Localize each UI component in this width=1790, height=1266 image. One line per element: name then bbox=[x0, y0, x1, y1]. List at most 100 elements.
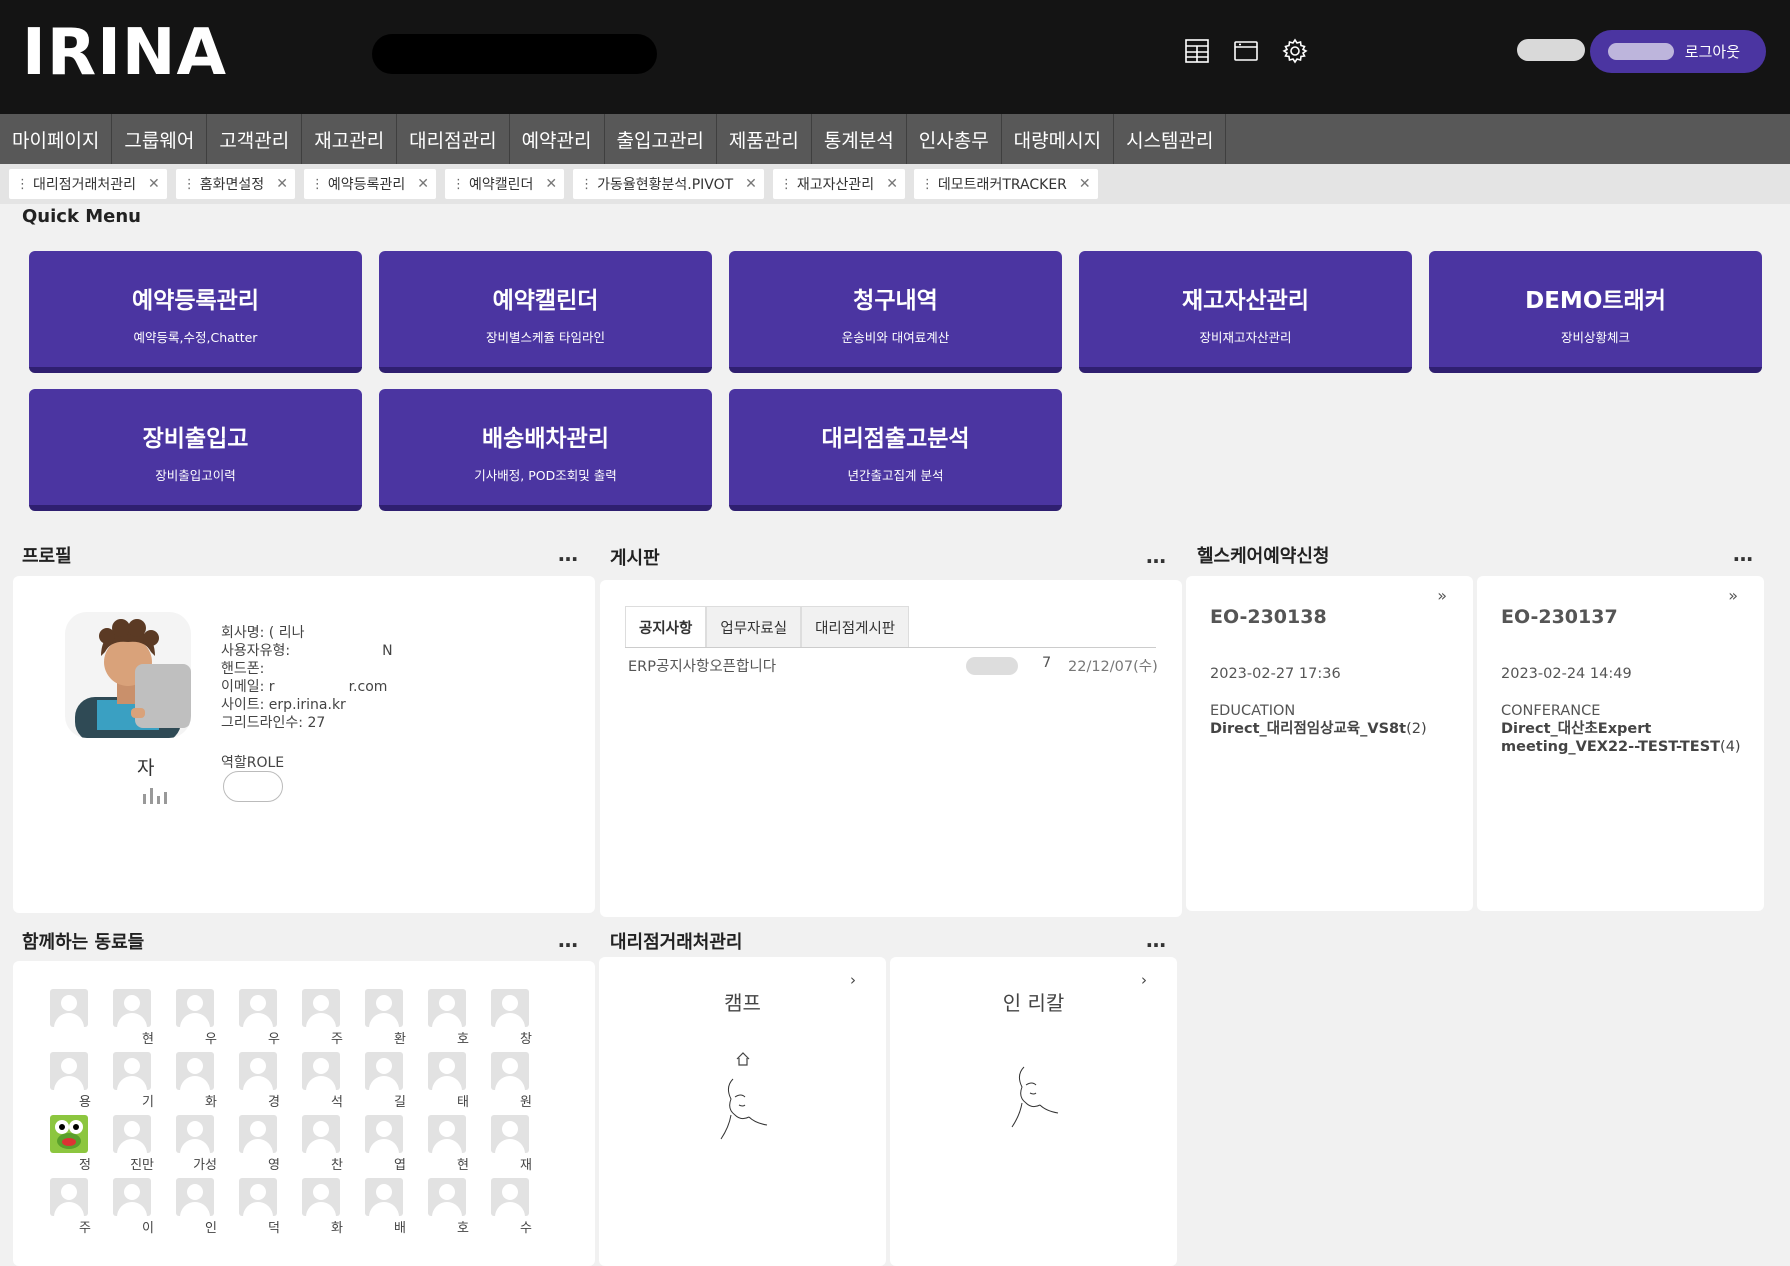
drag-handle-icon[interactable]: ⋮ bbox=[183, 177, 196, 192]
quick-button-asset[interactable]: 재고자산관리 장비재고자산관리 bbox=[1079, 251, 1412, 373]
stats-icon[interactable] bbox=[141, 786, 171, 804]
tab-agency-board[interactable]: 대리점게시판 bbox=[801, 606, 910, 648]
board-more-icon[interactable]: … bbox=[1146, 544, 1167, 568]
avatar[interactable] bbox=[239, 989, 277, 1027]
open-tab[interactable]: ⋮ 홈화면설정 ✕ bbox=[175, 169, 295, 199]
colleagues-title: 함께하는 동료들 bbox=[22, 932, 145, 953]
close-icon[interactable]: ✕ bbox=[745, 176, 757, 192]
colleague-name: 화 bbox=[205, 1095, 217, 1110]
open-tab[interactable]: ⋮ 대리점거래처관리 ✕ bbox=[9, 169, 167, 199]
nav-item-system[interactable]: 시스템관리 bbox=[1114, 114, 1227, 164]
colleagues-more-icon[interactable]: … bbox=[558, 928, 579, 952]
avatar[interactable] bbox=[302, 1052, 340, 1090]
avatar[interactable] bbox=[113, 1178, 151, 1216]
avatar[interactable] bbox=[365, 1052, 403, 1090]
avatar[interactable] bbox=[176, 1178, 214, 1216]
nav-item-groupware[interactable]: 그룹웨어 bbox=[112, 114, 208, 164]
avatar[interactable] bbox=[50, 1178, 88, 1216]
avatar[interactable] bbox=[239, 1178, 277, 1216]
avatar[interactable] bbox=[428, 1052, 466, 1090]
order-datetime: 2023-02-24 14:49 bbox=[1501, 666, 1632, 682]
nav-item-hr[interactable]: 인사총무 bbox=[907, 114, 1002, 164]
avatar[interactable] bbox=[50, 1115, 88, 1153]
quick-button-agency-analysis[interactable]: 대리점출고분석 년간출고집계 분석 bbox=[729, 389, 1062, 511]
agency-card[interactable]: › 인 리칼 bbox=[890, 957, 1177, 1266]
avatar[interactable] bbox=[302, 989, 340, 1027]
tab-work-files[interactable]: 업무자료실 bbox=[706, 606, 802, 648]
avatar[interactable] bbox=[239, 1115, 277, 1153]
nav-item-customer[interactable]: 고객관리 bbox=[207, 114, 303, 164]
list-item[interactable]: ERP공지사항오픈합니다 7 22/12/07(수) bbox=[628, 655, 1158, 677]
close-icon[interactable]: ✕ bbox=[886, 176, 898, 192]
quick-button-equipment-inout[interactable]: 장비출입고 장비출입고이력 bbox=[29, 389, 362, 511]
healthcare-card[interactable]: » EO-230137 2023-02-24 14:49 CONFERANCE … bbox=[1477, 576, 1764, 911]
avatar[interactable] bbox=[428, 1178, 466, 1216]
agency-card[interactable]: › 캠프 bbox=[599, 957, 886, 1266]
avatar[interactable] bbox=[176, 989, 214, 1027]
avatar[interactable] bbox=[113, 989, 151, 1027]
healthcare-card[interactable]: » EO-230138 2023-02-27 17:36 EDUCATION D… bbox=[1186, 576, 1473, 911]
open-tab[interactable]: ⋮ 예약등록관리 ✕ bbox=[303, 169, 436, 199]
close-icon[interactable]: ✕ bbox=[417, 176, 429, 192]
logout-button[interactable]: 로그아웃 bbox=[1590, 30, 1766, 73]
healthcare-more-icon[interactable]: … bbox=[1733, 542, 1754, 566]
nav-item-stats[interactable]: 통계분석 bbox=[812, 114, 907, 164]
avatar[interactable] bbox=[491, 1052, 529, 1090]
close-icon[interactable]: ✕ bbox=[148, 176, 160, 192]
avatar[interactable] bbox=[176, 1115, 214, 1153]
quick-button-billing[interactable]: 청구내역 운송비와 대여료계산 bbox=[729, 251, 1062, 373]
avatar[interactable] bbox=[302, 1115, 340, 1153]
drag-handle-icon[interactable]: ⋮ bbox=[921, 177, 934, 192]
quick-button-reservation[interactable]: 예약등록관리 예약등록,수정,Chatter bbox=[29, 251, 362, 373]
nav-item-bulk-message[interactable]: 대량메시지 bbox=[1002, 114, 1115, 164]
double-chevron-right-icon[interactable]: » bbox=[1437, 586, 1447, 605]
agency-more-icon[interactable]: … bbox=[1146, 928, 1167, 952]
drag-handle-icon[interactable]: ⋮ bbox=[580, 177, 593, 192]
nav-item-inventory[interactable]: 재고관리 bbox=[302, 114, 398, 164]
drag-handle-icon[interactable]: ⋮ bbox=[780, 177, 793, 192]
dashboard-icon[interactable] bbox=[1184, 38, 1210, 64]
nav-item-agency[interactable]: 대리점관리 bbox=[397, 114, 510, 164]
drag-handle-icon[interactable]: ⋮ bbox=[16, 177, 29, 192]
avatar[interactable] bbox=[365, 1178, 403, 1216]
open-tab[interactable]: ⋮ 예약캘린더 ✕ bbox=[444, 169, 565, 199]
avatar[interactable] bbox=[176, 1052, 214, 1090]
double-chevron-right-icon[interactable]: » bbox=[1728, 586, 1738, 605]
avatar[interactable] bbox=[113, 1052, 151, 1090]
quick-button-demo-tracker[interactable]: DEMO트래커 장비상황체크 bbox=[1429, 251, 1762, 373]
close-icon[interactable]: ✕ bbox=[1079, 176, 1091, 192]
app-logo[interactable]: IRINA bbox=[22, 18, 227, 88]
gear-icon[interactable] bbox=[1282, 38, 1308, 64]
avatar[interactable] bbox=[50, 1052, 88, 1090]
open-tab[interactable]: ⋮ 가동율현황분석.PIVOT ✕ bbox=[573, 169, 764, 199]
home-icon[interactable] bbox=[735, 1051, 751, 1067]
quick-button-delivery[interactable]: 배송배차관리 기사배정, POD조회및 출력 bbox=[379, 389, 712, 511]
avatar[interactable] bbox=[113, 1115, 151, 1153]
tab-notice[interactable]: 공지사항 bbox=[625, 606, 707, 648]
drag-handle-icon[interactable]: ⋮ bbox=[452, 177, 465, 192]
quick-button-calendar[interactable]: 예약캘린더 장비별스케쥴 타임라인 bbox=[379, 251, 712, 373]
open-tab[interactable]: ⋮ 재고자산관리 ✕ bbox=[772, 169, 905, 199]
open-tab[interactable]: ⋮ 데모트래커TRACKER ✕ bbox=[913, 169, 1098, 199]
avatar[interactable] bbox=[491, 989, 529, 1027]
avatar[interactable] bbox=[365, 1115, 403, 1153]
close-icon[interactable]: ✕ bbox=[276, 176, 288, 192]
close-icon[interactable]: ✕ bbox=[545, 176, 557, 192]
colleague-name: 원 bbox=[520, 1095, 532, 1110]
avatar[interactable] bbox=[50, 989, 88, 1027]
avatar[interactable] bbox=[491, 1178, 529, 1216]
avatar[interactable] bbox=[428, 989, 466, 1027]
profile-more-icon[interactable]: … bbox=[558, 542, 579, 566]
avatar[interactable] bbox=[239, 1052, 277, 1090]
nav-item-mypage[interactable]: 마이페이지 bbox=[0, 114, 113, 164]
nav-item-product[interactable]: 제품관리 bbox=[717, 114, 812, 164]
window-icon[interactable] bbox=[1233, 38, 1259, 64]
drag-handle-icon[interactable]: ⋮ bbox=[311, 177, 324, 192]
avatar[interactable] bbox=[428, 1115, 466, 1153]
avatar[interactable] bbox=[302, 1178, 340, 1216]
nav-item-reservation[interactable]: 예약관리 bbox=[510, 114, 605, 164]
role-badge[interactable] bbox=[223, 771, 283, 802]
nav-item-inout[interactable]: 출입고관리 bbox=[605, 114, 717, 164]
avatar[interactable] bbox=[365, 989, 403, 1027]
avatar[interactable] bbox=[491, 1115, 529, 1153]
